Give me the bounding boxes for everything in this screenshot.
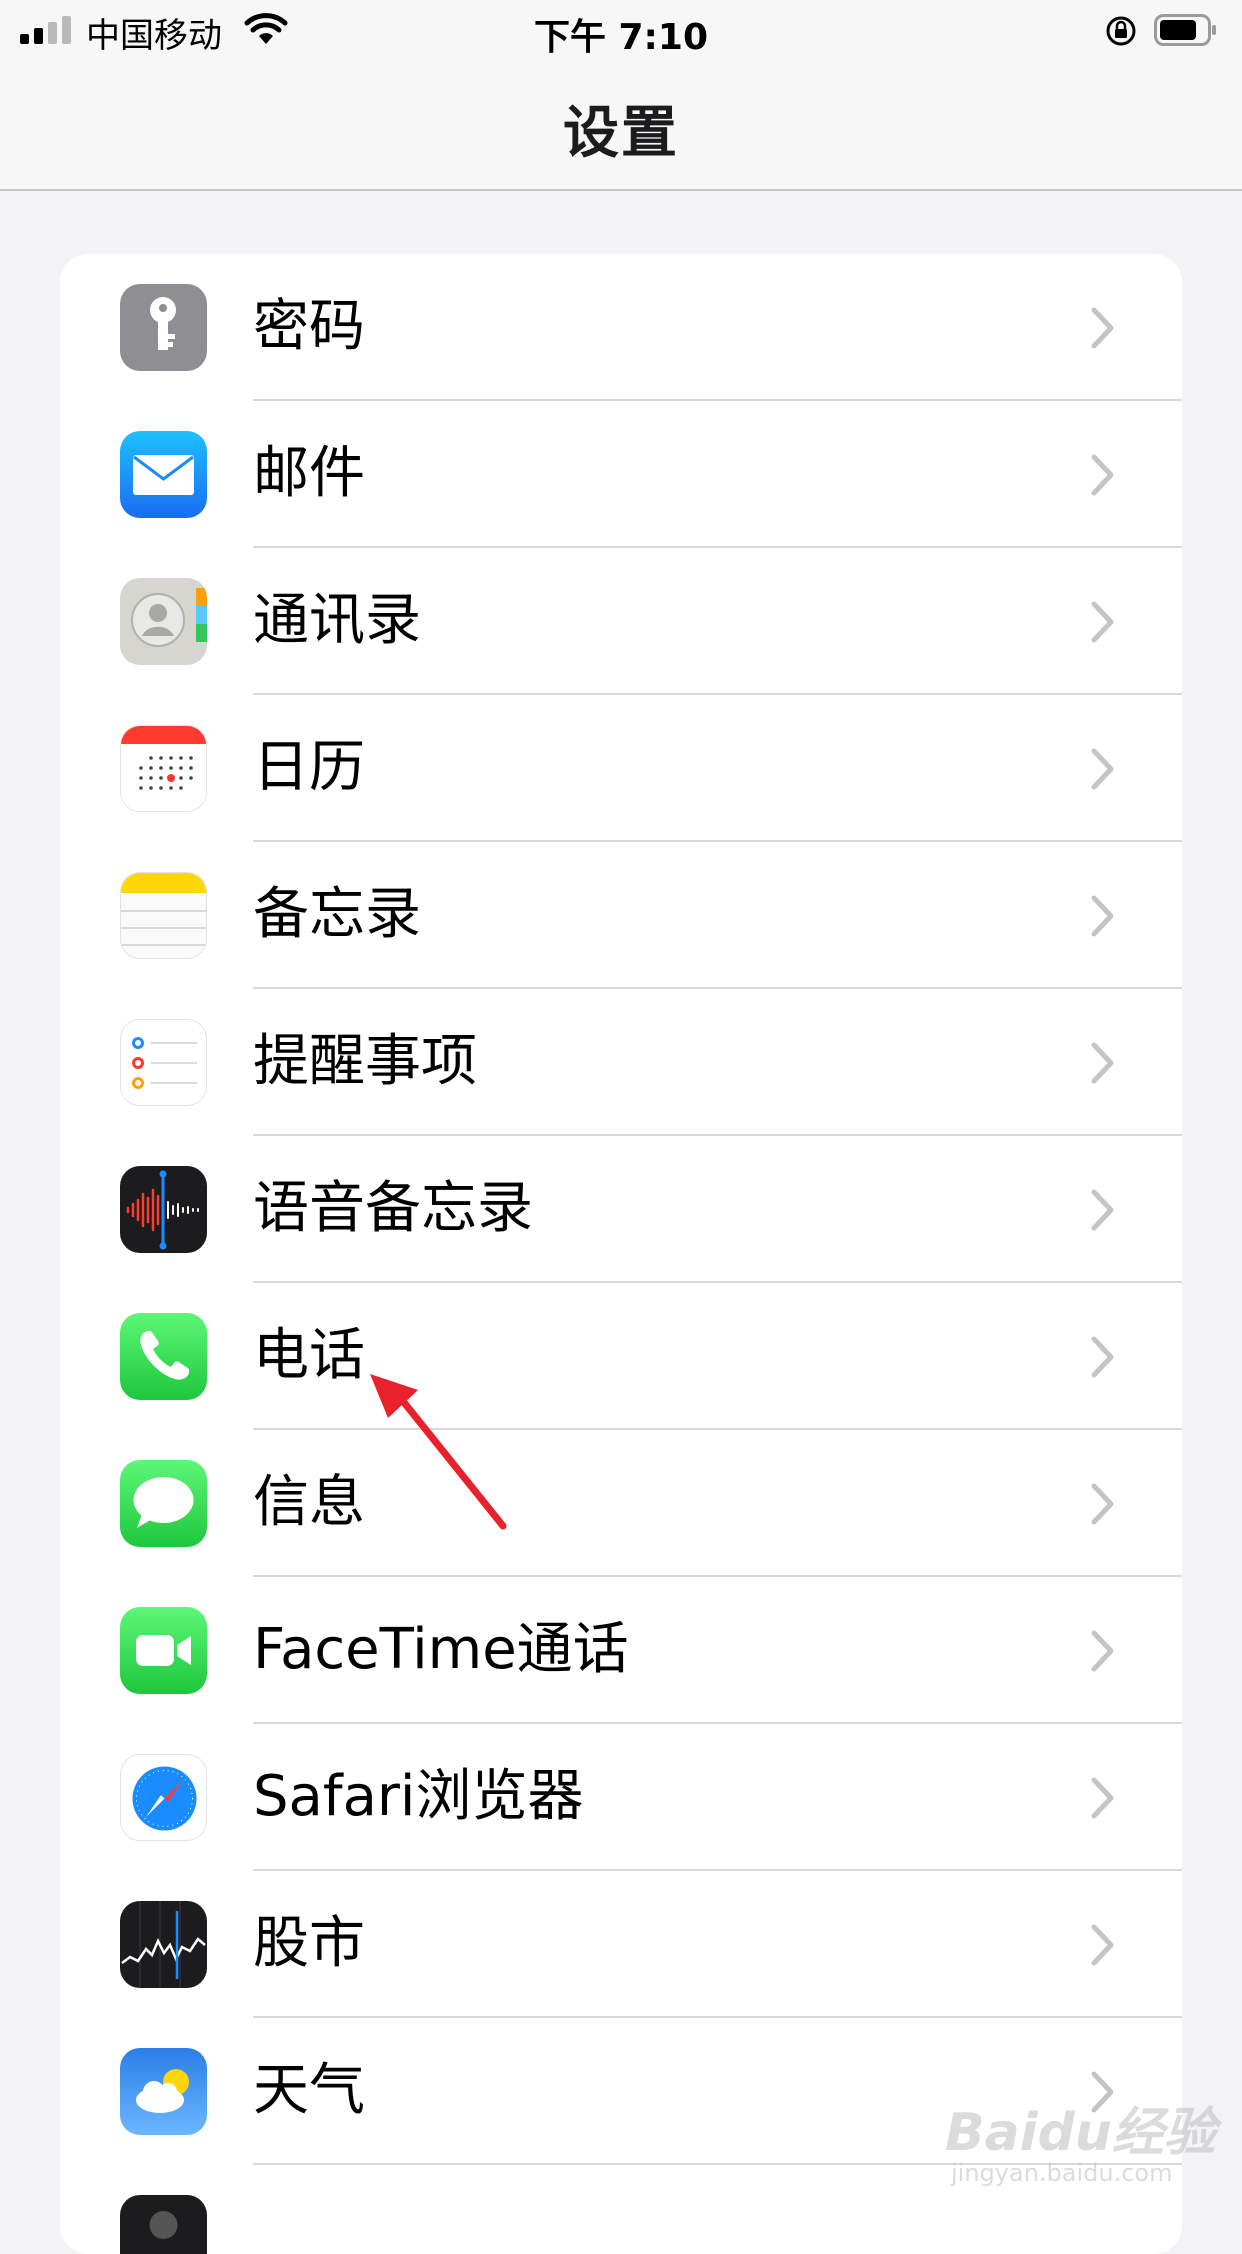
settings-item-safari[interactable]: Safari浏览器 <box>60 1724 1182 1871</box>
settings-item-notes[interactable]: 备忘录 <box>60 842 1182 989</box>
settings-item-label: 信息 <box>253 1470 365 1535</box>
settings-item-label: 邮件 <box>253 441 365 506</box>
chevron-right-icon <box>1091 1630 1114 1672</box>
settings-item-contacts[interactable]: 通讯录 <box>60 548 1182 695</box>
watermark-url: jingyan.baidu.com <box>951 2159 1173 2187</box>
settings-item-label: 通讯录 <box>253 588 421 653</box>
chevron-right-icon <box>1091 601 1114 643</box>
settings-list: 密码 邮件 通讯录 日历 备忘录 提醒事项 语音备忘录 电话 信息 FaceTi… <box>60 254 1182 2254</box>
app-icon <box>120 2195 207 2254</box>
settings-item-phone[interactable]: 电话 <box>60 1283 1182 1430</box>
settings-item-facetime[interactable]: FaceTime通话 <box>60 1577 1182 1724</box>
navigation-bar: 中国移动 下午 7:10 设置 <box>0 0 1242 191</box>
reminders-icon <box>120 1019 207 1106</box>
phone-icon <box>120 1313 207 1400</box>
watermark-brand: Baidu经验 <box>945 2103 1216 2163</box>
battery-icon <box>1154 14 1216 46</box>
settings-item-label: Safari浏览器 <box>253 1764 584 1829</box>
chevron-right-icon <box>1091 895 1114 937</box>
chevron-right-icon <box>1091 1777 1114 1819</box>
settings-item-label: 日历 <box>253 735 365 800</box>
chevron-right-icon <box>1091 1336 1114 1378</box>
safari-icon <box>120 1754 207 1841</box>
watermark: Baidu经验 jingyan.baidu.com <box>945 2090 1216 2187</box>
settings-item-label: 备忘录 <box>253 882 421 947</box>
chevron-right-icon <box>1091 1483 1114 1525</box>
chevron-right-icon <box>1091 1924 1114 1966</box>
calendar-icon <box>120 725 207 812</box>
status-bar: 中国移动 下午 7:10 <box>0 0 1242 62</box>
notes-icon <box>120 872 207 959</box>
chevron-right-icon <box>1091 1189 1114 1231</box>
settings-item-calendar[interactable]: 日历 <box>60 695 1182 842</box>
settings-item-mail[interactable]: 邮件 <box>60 401 1182 548</box>
settings-item-label: 天气 <box>253 2058 365 2123</box>
settings-item-label: 股市 <box>253 1911 365 1976</box>
settings-item-label: 电话 <box>253 1323 365 1388</box>
settings-item-label: 密码 <box>253 294 365 359</box>
chevron-right-icon <box>1091 748 1114 790</box>
voice-memos-icon <box>120 1166 207 1253</box>
chevron-right-icon <box>1091 307 1114 349</box>
settings-item-messages[interactable]: 信息 <box>60 1430 1182 1577</box>
mail-icon <box>120 431 207 518</box>
settings-item-label: FaceTime通话 <box>253 1617 629 1682</box>
settings-item-passwords[interactable]: 密码 <box>60 254 1182 401</box>
settings-item-stocks[interactable]: 股市 <box>60 1871 1182 2018</box>
facetime-icon <box>120 1607 207 1694</box>
settings-item-label: 提醒事项 <box>253 1029 477 1094</box>
key-icon <box>120 284 207 371</box>
weather-icon <box>120 2048 207 2135</box>
chevron-right-icon <box>1091 454 1114 496</box>
settings-item-voice-memos[interactable]: 语音备忘录 <box>60 1136 1182 1283</box>
page-title: 设置 <box>563 101 679 166</box>
messages-icon <box>120 1460 207 1547</box>
settings-item-reminders[interactable]: 提醒事项 <box>60 989 1182 1136</box>
annotation-arrow <box>370 1374 507 1530</box>
chevron-right-icon <box>1091 1042 1114 1084</box>
stocks-icon <box>120 1901 207 1988</box>
status-time: 下午 7:10 <box>533 17 709 58</box>
rotation-lock-icon <box>1106 16 1136 46</box>
contacts-icon <box>120 578 207 665</box>
settings-item-label: 语音备忘录 <box>253 1176 533 1241</box>
